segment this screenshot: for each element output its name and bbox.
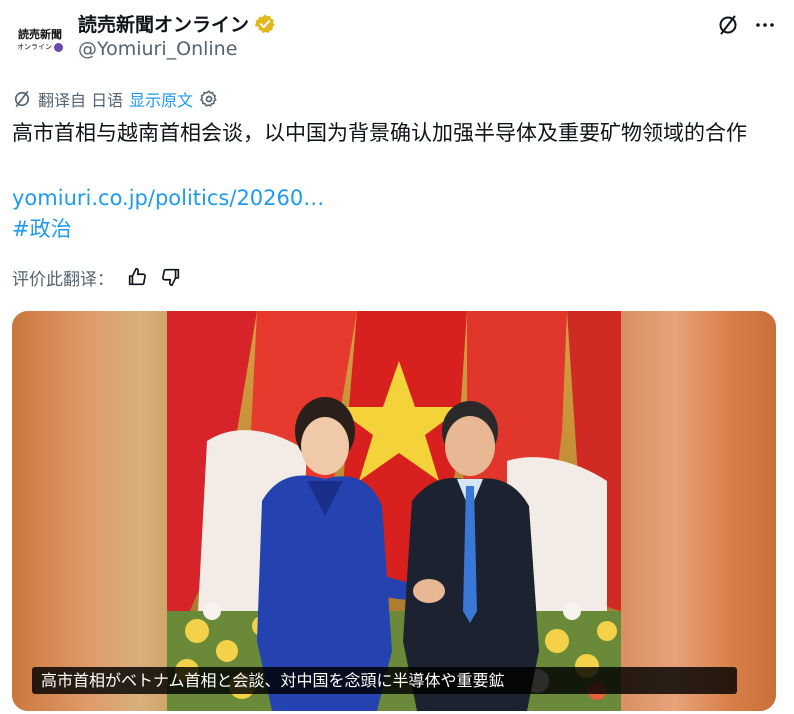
- media-blur-left: [12, 311, 182, 711]
- avatar-brand-sub: オンライン: [17, 43, 52, 51]
- show-original-link[interactable]: 显示原文: [129, 87, 193, 111]
- media-caption: 高市首相がベトナム首相と会談、対中国を念頭に半導体や重要鉱: [32, 667, 737, 694]
- hashtag-link[interactable]: #政治: [12, 214, 72, 244]
- translate-icon: [12, 89, 32, 109]
- translation-row: 翻译自 日语 显示原文: [12, 88, 219, 110]
- display-name-row[interactable]: 読売新聞オンライン: [78, 10, 276, 37]
- gold-verified-badge-icon[interactable]: [254, 13, 276, 35]
- gear-icon[interactable]: [199, 89, 219, 109]
- rate-translation-row: 评价此翻译：: [12, 264, 182, 290]
- translated-from-label: 翻译自 日语: [38, 91, 124, 110]
- news-photo: [167, 311, 621, 711]
- post-link[interactable]: yomiuri.co.jp/politics/20260…: [12, 183, 324, 213]
- media-blur-right: [606, 311, 776, 711]
- post-text: 高市首相与越南首相会谈，以中国为背景确认加强半导体及重要矿物领域的合作: [12, 121, 747, 145]
- more-dots-icon[interactable]: [752, 12, 778, 38]
- avatar-brand-bottom: オンライン: [17, 42, 63, 52]
- handle[interactable]: @Yomiuri_Online: [78, 38, 237, 60]
- avatar-brand-top: 読売新聞: [18, 27, 62, 41]
- slash-circle-icon[interactable]: [715, 12, 741, 38]
- avatar[interactable]: 読売新聞 オンライン: [12, 12, 68, 68]
- rate-translation-label: 评价此翻译：: [12, 269, 114, 290]
- avatar-brand-dot: [54, 42, 63, 52]
- post-media[interactable]: 高市首相がベトナム首相と会談、対中国を念頭に半導体や重要鉱: [12, 311, 776, 711]
- thumbs-down-icon[interactable]: [160, 266, 182, 288]
- thumbs-up-icon[interactable]: [126, 266, 148, 288]
- display-name[interactable]: 読売新聞オンライン: [78, 10, 249, 37]
